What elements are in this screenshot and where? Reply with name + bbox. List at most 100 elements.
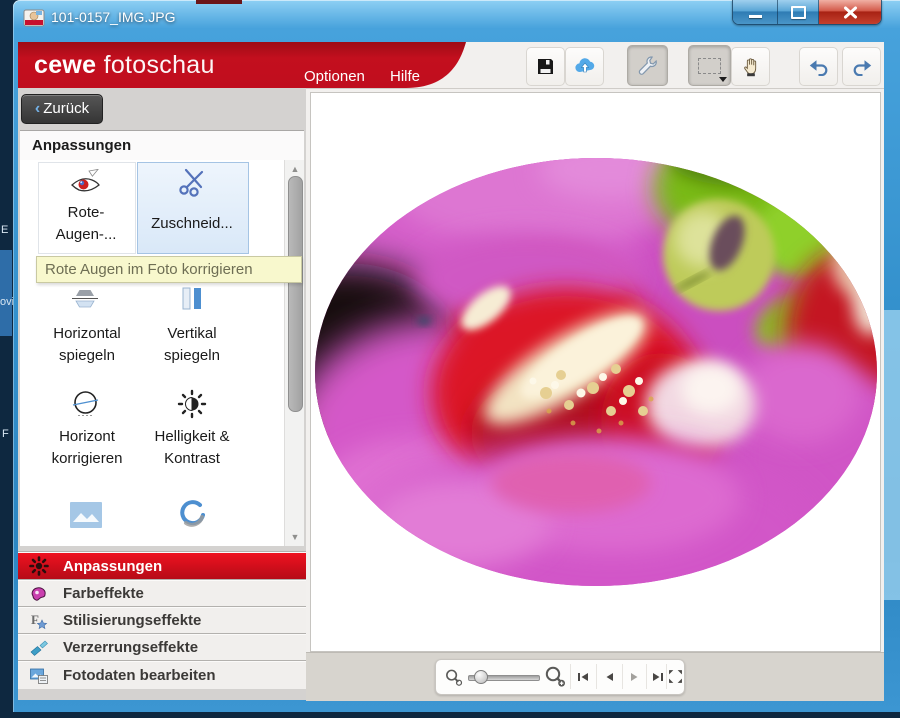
previous-image-button[interactable] xyxy=(596,664,621,689)
save-icon xyxy=(536,57,555,76)
scrollbar[interactable]: ▲ ▼ xyxy=(284,160,304,546)
zoom-out-icon[interactable] xyxy=(444,668,463,687)
last-icon xyxy=(652,671,664,683)
fullscreen-button[interactable] xyxy=(666,664,684,689)
aero-glass-edge xyxy=(884,310,900,600)
previous-icon xyxy=(603,671,615,683)
cloud-upload-icon xyxy=(573,57,597,76)
undo-button[interactable] xyxy=(799,47,838,86)
tool-label-line: korrigieren xyxy=(28,448,146,470)
maximize-icon xyxy=(791,6,806,19)
scissors-icon xyxy=(175,167,209,199)
panel-header: Anpassungen xyxy=(20,130,304,162)
fullscreen-icon xyxy=(668,669,683,684)
category-label: Verzerrungseffekte xyxy=(63,639,198,656)
next-icon xyxy=(629,671,641,683)
category-verzerrungseffekte[interactable]: Verzerrungseffekte xyxy=(18,634,306,660)
close-icon xyxy=(843,6,858,19)
tool-label-line: Zuschneid... xyxy=(137,213,247,235)
background-window-fragment xyxy=(196,0,242,4)
app-surface: cewe fotoschau Optionen Hilfe xyxy=(18,42,884,700)
tool-label-line: Rote- xyxy=(38,202,134,224)
category-farbeffekte[interactable]: Farbeffekte xyxy=(18,580,306,606)
settings-wrench-button[interactable] xyxy=(627,45,668,86)
save-button[interactable] xyxy=(526,47,565,86)
tool-label-line: Vertikal xyxy=(137,323,247,345)
category-anpassungen[interactable]: Anpassungen xyxy=(18,552,306,579)
upload-button[interactable] xyxy=(565,47,604,86)
rect-select-button[interactable] xyxy=(688,45,731,86)
scroll-down-icon[interactable]: ▼ xyxy=(289,532,301,542)
flip-horizontal-icon xyxy=(69,287,101,313)
application-window: 101-0157_IMG.JPG cewe xyxy=(13,0,900,712)
flip-vertical-icon xyxy=(177,284,207,313)
zoom-in-icon[interactable] xyxy=(543,665,567,689)
tool-label-line: Horizontal xyxy=(28,323,146,345)
redo-icon xyxy=(851,58,873,76)
scrollbar-thumb[interactable] xyxy=(288,176,303,412)
first-icon xyxy=(577,671,589,683)
back-label: Zurück xyxy=(43,100,89,117)
distort-icon xyxy=(29,638,49,658)
dropdown-arrow-icon xyxy=(719,77,727,82)
panel-title: Anpassungen xyxy=(32,137,304,154)
tool-label-line: spiegeln xyxy=(28,345,146,367)
color-blob-icon xyxy=(29,584,49,604)
photo-canvas[interactable] xyxy=(310,92,881,652)
chevron-left-icon: ‹ xyxy=(35,100,40,117)
next-image-button[interactable] xyxy=(622,664,647,689)
menu-hilfe[interactable]: Hilfe xyxy=(390,68,420,85)
menu-optionen[interactable]: Optionen xyxy=(304,68,365,85)
sidebar: ‹Zurück Anpassungen xyxy=(18,88,306,700)
hand-tool-button[interactable] xyxy=(731,47,770,86)
tools-panel: Rote- Augen-... Zuschneid... Rote Augen … xyxy=(20,160,304,546)
tool-label-line: Horizont xyxy=(28,426,146,448)
tool-label-line: Kontrast xyxy=(132,448,252,470)
zoom-navigation-bar xyxy=(435,659,685,695)
rect-select-icon xyxy=(698,58,721,74)
brand-logo: cewe fotoschau xyxy=(34,42,215,88)
hand-icon xyxy=(740,55,762,78)
category-label: Farbeffekte xyxy=(63,585,144,602)
close-button[interactable] xyxy=(819,0,881,24)
brand-bold: cewe xyxy=(34,51,96,79)
tool-label-line: Augen-... xyxy=(38,224,134,246)
adjust-sun-icon xyxy=(29,556,49,576)
tool-label-line: spiegeln xyxy=(137,345,247,367)
redo-button[interactable] xyxy=(842,47,881,86)
brightness-contrast-icon xyxy=(177,389,207,419)
red-eye-icon xyxy=(69,169,103,197)
tooltip: Rote Augen im Foto korrigieren xyxy=(36,256,302,283)
landscape-icon xyxy=(68,500,104,530)
stylize-star-icon: F xyxy=(29,611,49,631)
desktop-fragment xyxy=(0,250,12,336)
desktop-label-fragment: F xyxy=(2,428,9,440)
category-stilisierungseffekte[interactable]: F Stilisierungseffekte xyxy=(18,607,306,633)
photo-data-icon xyxy=(29,666,49,686)
minimize-button[interactable] xyxy=(733,0,778,24)
maximize-button[interactable] xyxy=(778,0,819,24)
category-label: Fotodaten bearbeiten xyxy=(63,667,216,684)
brand-light: fotoschau xyxy=(104,51,215,79)
zoom-slider-handle[interactable] xyxy=(474,670,488,684)
desktop-label-fragment: ovi xyxy=(0,296,14,308)
minimize-icon xyxy=(749,15,762,18)
photo-ellipse-crop xyxy=(311,93,880,651)
category-fotodaten[interactable]: Fotodaten bearbeiten xyxy=(18,661,306,689)
app-header: cewe fotoschau Optionen Hilfe xyxy=(18,42,884,89)
undo-icon xyxy=(808,58,830,76)
window-title: 101-0157_IMG.JPG xyxy=(51,9,176,25)
horizon-icon xyxy=(70,389,101,420)
wrench-icon xyxy=(636,54,659,77)
scroll-up-icon[interactable]: ▲ xyxy=(289,164,301,174)
tool-label-line: Helligkeit & xyxy=(132,426,252,448)
back-button[interactable]: ‹Zurück xyxy=(21,94,103,124)
window-controls xyxy=(732,0,882,25)
rotate-swoosh-icon xyxy=(176,498,208,530)
app-icon xyxy=(23,8,45,28)
desktop-label-fragment: E xyxy=(1,224,8,236)
svg-text:F: F xyxy=(31,612,39,627)
status-strip xyxy=(306,652,884,701)
category-label: Anpassungen xyxy=(63,558,162,575)
first-image-button[interactable] xyxy=(570,664,595,689)
